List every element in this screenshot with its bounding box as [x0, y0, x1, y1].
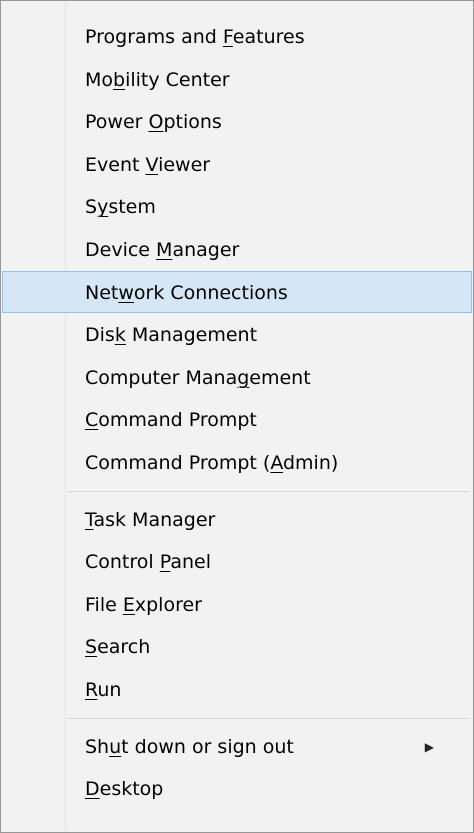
menu-item-system[interactable]: System — [3, 185, 471, 228]
access-key: b — [113, 68, 126, 91]
label-text: Control — [85, 551, 160, 574]
menu-item-label: Run — [85, 669, 121, 712]
menu-item-label: Programs and Features — [85, 16, 305, 59]
menu-item-label: Computer Management — [85, 357, 311, 400]
menu-item-device-manager[interactable]: Device Manager — [3, 228, 471, 271]
access-key: E — [122, 593, 135, 616]
menu-items: Programs and Features Mobility Center Powe… — [1, 15, 473, 810]
menu-item-file-explorer[interactable]: File Explorer — [3, 583, 471, 626]
label-text: Device — [85, 238, 157, 261]
label-text: Mo — [85, 68, 114, 91]
menu-item-label: Desktop — [85, 768, 163, 811]
menu-item-command-prompt[interactable]: Command Prompt — [3, 398, 471, 441]
menu-item-label: Search — [85, 626, 150, 669]
label-text: un — [97, 678, 122, 701]
menu-item-label: System — [85, 186, 156, 229]
menu-item-computer-management[interactable]: Computer Management — [3, 356, 471, 399]
context-menu: Programs and Features Mobility Center Powe… — [0, 0, 474, 833]
access-key: M — [156, 238, 173, 261]
menu-item-label: Shut down or sign out — [85, 726, 294, 769]
label-text: esktop — [99, 778, 164, 801]
menu-item-label: Network Connections — [85, 272, 288, 315]
access-key: g — [237, 366, 250, 389]
label-text: File — [85, 593, 123, 616]
menu-item-command-prompt-admin[interactable]: Command Prompt (Admin) — [3, 441, 471, 484]
menu-item-run[interactable]: Run — [3, 668, 471, 711]
menu-item-search[interactable]: Search — [3, 625, 471, 668]
menu-item-programs-and-features[interactable]: Programs and Features — [3, 15, 471, 58]
label-text: Computer Mana — [85, 366, 238, 389]
label-text: anager — [172, 238, 240, 261]
label-text: ility Center — [125, 68, 230, 91]
label-text: xplorer — [134, 593, 202, 616]
label-text: Programs and — [85, 26, 223, 48]
menu-item-task-manager[interactable]: Task Manager — [3, 498, 471, 541]
access-key: y — [97, 196, 109, 219]
menu-item-shut-down-or-sign-out[interactable]: Shut down or sign out ▶ — [3, 725, 471, 768]
label-text: Sh — [85, 735, 110, 758]
label-text: S — [85, 196, 98, 219]
label-text: Event — [85, 153, 146, 176]
label-text: iewer — [158, 153, 211, 176]
access-key: R — [85, 678, 98, 701]
label-text: dmin) — [282, 451, 339, 474]
label-text: t down or sign out — [121, 735, 294, 758]
access-key: k — [114, 324, 126, 347]
label-text: ask Manager — [93, 508, 216, 531]
access-key: D — [85, 778, 100, 801]
menu-item-desktop[interactable]: Desktop — [3, 767, 471, 810]
access-key: C — [85, 409, 99, 432]
label-text: Management — [125, 324, 258, 347]
access-key: V — [145, 153, 159, 176]
menu-item-power-options[interactable]: Power Options — [3, 100, 471, 143]
label-text: earch — [97, 636, 151, 659]
menu-item-control-panel[interactable]: Control Panel — [3, 540, 471, 583]
menu-item-label: Task Manager — [85, 499, 215, 542]
access-key: P — [159, 551, 171, 574]
access-key: u — [109, 735, 122, 758]
label-text: Command Prompt ( — [85, 451, 271, 474]
menu-item-label: Mobility Center — [85, 59, 230, 102]
menu-separator — [1, 711, 473, 725]
menu-item-label: File Explorer — [85, 584, 202, 627]
access-key: F — [222, 26, 233, 48]
menu-item-label: Power Options — [85, 101, 222, 144]
access-key: A — [270, 451, 283, 474]
menu-separator — [1, 484, 473, 498]
menu-item-mobility-center[interactable]: Mobility Center — [3, 58, 471, 101]
menu-item-label: Disk Management — [85, 314, 257, 357]
menu-item-label: Device Manager — [85, 229, 239, 272]
label-text: anel — [170, 551, 211, 574]
menu-item-label: Event Viewer — [85, 144, 210, 187]
label-text: ement — [249, 366, 311, 389]
menu-item-label: Control Panel — [85, 541, 211, 584]
access-key: O — [148, 111, 164, 134]
access-key: S — [85, 636, 98, 659]
label-text: ptions — [163, 111, 222, 134]
label-text: stem — [108, 196, 156, 219]
menu-item-disk-management[interactable]: Disk Management — [3, 313, 471, 356]
menu-item-label: Command Prompt — [85, 399, 257, 442]
menu-item-event-viewer[interactable]: Event Viewer — [3, 143, 471, 186]
label-text: Power — [85, 111, 149, 134]
label-text: eatures — [232, 26, 305, 48]
menu-item-label: Command Prompt (Admin) — [85, 442, 338, 485]
label-text: Net — [85, 281, 119, 304]
label-text: ommand Prompt — [98, 409, 257, 432]
menu-item-network-connections[interactable]: Network Connections — [2, 270, 472, 315]
label-text: ork Connections — [133, 281, 288, 304]
access-key: w — [118, 281, 134, 304]
arrow-right-icon: ▶ — [424, 739, 434, 754]
label-text: Dis — [85, 324, 115, 347]
